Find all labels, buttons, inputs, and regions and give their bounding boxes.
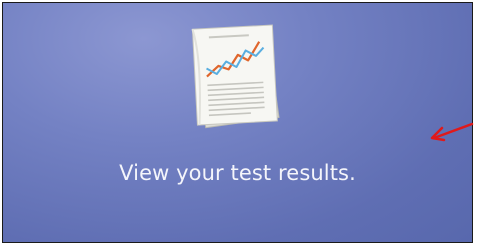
tile-caption: View your test results. xyxy=(119,161,356,185)
test-results-document-icon xyxy=(191,24,280,129)
red-arrow-icon xyxy=(430,122,474,142)
view-test-results-tile[interactable]: View your test results. xyxy=(2,2,473,243)
